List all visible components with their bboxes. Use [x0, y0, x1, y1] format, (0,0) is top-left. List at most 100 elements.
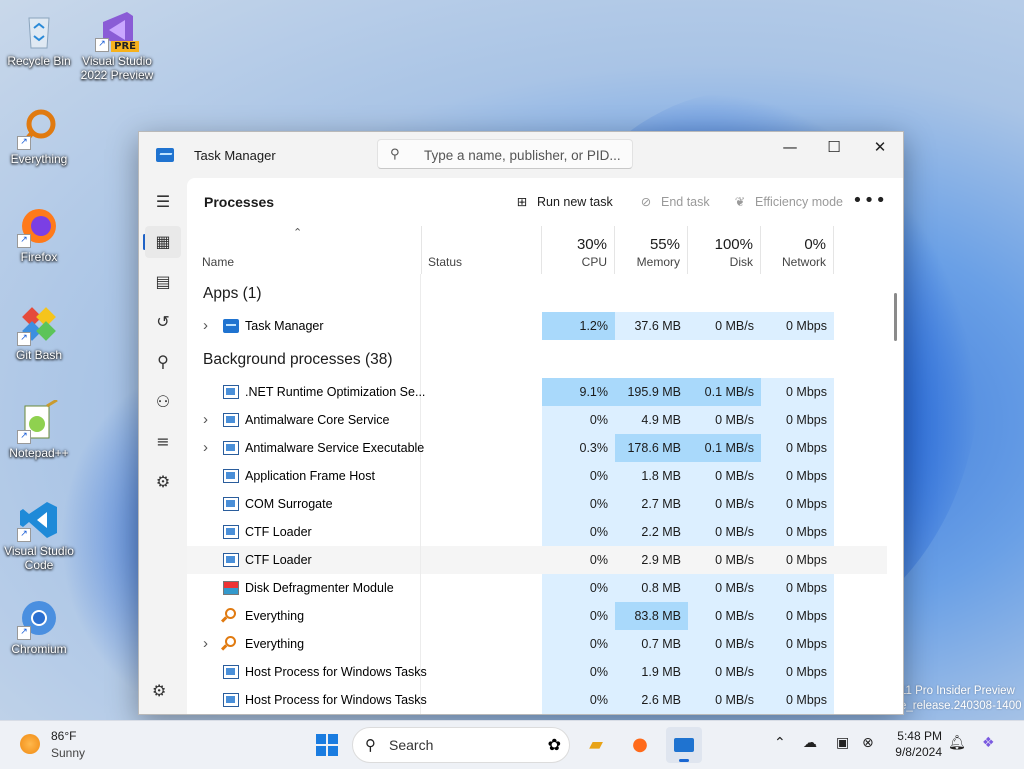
cloud-offline-icon[interactable]: ☁ [803, 735, 817, 751]
run-new-task-button[interactable]: ⊞ Run new task [513, 194, 613, 209]
network-cell: 0 Mbps [761, 490, 834, 518]
column-label: Disk [729, 255, 753, 269]
weather-description[interactable]: Sunny [51, 746, 85, 760]
desktop-icon-recycle-bin[interactable]: Recycle Bin [1, 8, 77, 68]
start-button[interactable] [316, 734, 338, 756]
column-header-network[interactable]: 0% Network [761, 226, 834, 274]
task-manager-window[interactable]: Task Manager ⚲ — ☐ ✕ ☰ ▦ ▤ ↺ ⚲ ⚇ ≡ ⚙ ⚙ P… [138, 131, 904, 715]
column-header-memory[interactable]: 55% Memory [615, 226, 688, 274]
command-bar: Processes ⊞ Run new task ⊘ End task ❦ Effic… [187, 178, 903, 226]
desktop-icon-label: Recycle Bin [7, 54, 71, 68]
memory-cell: 2.9 MB [615, 546, 688, 574]
desktop-icon-everything[interactable]: ↗ Everything [1, 106, 77, 166]
column-label: CPU [581, 255, 607, 269]
everything-icon: ↗ [17, 106, 61, 150]
desktop-icon-chromium[interactable]: ↗ Chromium [1, 596, 77, 656]
firefox-taskbar-icon[interactable]: ● [622, 727, 658, 763]
task-manager-process-icon [223, 319, 239, 333]
network-cell: 0 Mbps [761, 518, 834, 546]
taskbar: 86°F Sunny ⚲ Search ✿ ▰ ● ⌃ ☁ ▣ ⊗ 5:48 P… [0, 720, 1024, 769]
details-icon[interactable]: ≡ [145, 426, 181, 458]
table-row[interactable]: Host Process for Windows Tasks 0% 2.6 MB 0 … [187, 686, 887, 714]
column-header-disk[interactable]: 100% Disk [688, 226, 761, 274]
table-row[interactable]: Host Process for Windows Tasks 0% 1.9 MB 0 … [187, 658, 887, 686]
table-row[interactable]: CTF Loader 0% 2.9 MB 0 MB/s 0 Mbps [187, 546, 887, 574]
table-row[interactable]: COM Surrogate 0% 2.7 MB 0 MB/s 0 Mbps [187, 490, 887, 518]
title-bar[interactable]: Task Manager ⚲ — ☐ ✕ [139, 132, 903, 178]
network-icon[interactable]: ⊗ [862, 735, 874, 751]
process-name: Application Frame Host [245, 469, 375, 483]
desktop-icon-notepad-plus-plus[interactable]: ↗ Notepad++ [1, 398, 77, 460]
close-button[interactable]: ✕ [857, 132, 903, 162]
process-name: Antimalware Service Executable [245, 441, 425, 455]
column-divider [420, 274, 421, 312]
users-icon[interactable]: ⚇ [145, 386, 181, 418]
sun-icon[interactable] [20, 734, 40, 754]
taskbar-search[interactable]: ⚲ Search ✿ [352, 727, 570, 763]
startup-apps-icon[interactable]: ⚲ [145, 346, 181, 378]
clock-time: 5:48 PM [897, 729, 942, 743]
minimize-button[interactable]: — [767, 132, 813, 162]
vertical-scrollbar[interactable] [894, 293, 897, 341]
network-cell: 0 Mbps [761, 658, 834, 686]
app-history-icon[interactable]: ↺ [145, 306, 181, 338]
expand-chevron-icon[interactable]: › [203, 406, 208, 434]
desktop-icon-git-bash[interactable]: ↗ Git Bash [1, 302, 77, 362]
task-manager-taskbar-icon[interactable] [666, 727, 702, 763]
desktop-icon-visual-studio-code[interactable]: ↗ Visual Studio Code [1, 498, 77, 572]
table-row[interactable]: › Task Manager 1.2% 37.6 MB 0 MB/s 0 Mbps [187, 312, 887, 340]
table-row[interactable]: Application Frame Host 0% 1.8 MB 0 MB/s 0 Mb… [187, 462, 887, 490]
table-row[interactable]: .NET Runtime Optimization Se... 9.1% 195.9… [187, 378, 887, 406]
window-process-icon [223, 693, 239, 707]
table-row[interactable]: › Everything 0% 0.7 MB 0 MB/s 0 Mbps [187, 630, 887, 658]
column-divider [420, 406, 421, 434]
column-header-status[interactable]: Status [422, 226, 542, 274]
desktop-icon-firefox[interactable]: ↗ Firefox [1, 204, 77, 264]
expand-chevron-icon[interactable]: › [203, 312, 208, 340]
disk-cell: 0 MB/s [688, 602, 761, 630]
search-input[interactable] [422, 144, 626, 166]
file-explorer-icon[interactable]: ▰ [578, 727, 614, 763]
weather-temperature[interactable]: 86°F [51, 729, 76, 743]
shortcut-arrow-icon: ↗ [17, 136, 31, 150]
column-divider [420, 574, 421, 602]
table-row[interactable]: › Antimalware Service Executable 0.3% 178.6… [187, 434, 887, 462]
table-row[interactable]: › Antimalware Core Service 0% 4.9 MB 0 MB/s 0… [187, 406, 887, 434]
performance-icon[interactable]: ▤ [145, 266, 181, 298]
desktop-icon-label: Everything [10, 152, 68, 166]
table-row[interactable]: Disk Defragmenter Module 0% 0.8 MB 0 MB/s 0 … [187, 574, 887, 602]
search-box[interactable]: ⚲ [377, 139, 633, 169]
running-indicator [679, 759, 689, 762]
efficiency-mode-button[interactable]: ❦ Efficiency mode [731, 194, 843, 209]
services-icon[interactable]: ⚙ [145, 466, 181, 498]
desktop-icon-visual-studio-2022-preview[interactable]: PRE ↗ Visual Studio 2022 Preview [79, 8, 155, 82]
cpu-cell: 0% [542, 630, 615, 658]
expand-chevron-icon[interactable]: › [203, 630, 208, 658]
table-row[interactable]: Everything 0% 83.8 MB 0 MB/s 0 Mbps [187, 602, 887, 630]
more-options-icon[interactable]: ••• [852, 190, 887, 211]
maximize-button[interactable]: ☐ [811, 132, 857, 162]
end-task-button[interactable]: ⊘ End task [637, 194, 710, 209]
column-header-cpu[interactable]: 30% CPU [542, 226, 615, 274]
shortcut-arrow-icon: ↗ [17, 626, 31, 640]
group-header: Apps (1) [187, 274, 887, 312]
shortcut-arrow-icon: ↗ [17, 332, 31, 346]
processes-icon[interactable]: ▦ [145, 226, 181, 258]
window-process-icon [223, 525, 239, 539]
table-row[interactable]: CTF Loader 0% 2.2 MB 0 MB/s 0 Mbps [187, 518, 887, 546]
network-cell: 0 Mbps [761, 574, 834, 602]
settings-icon[interactable]: ⚙ [152, 681, 166, 700]
recycle-bin-icon [17, 8, 61, 52]
show-hidden-icons-chevron-icon[interactable]: ⌃ [774, 735, 786, 751]
column-header-name[interactable]: ⌃ Name [187, 226, 422, 274]
clock[interactable]: 5:48 PM 9/8/2024 [895, 728, 942, 760]
copilot-icon[interactable]: ❖ [982, 735, 995, 751]
expand-chevron-icon[interactable]: › [203, 434, 208, 462]
process-name: Host Process for Windows Tasks [245, 693, 427, 707]
process-name: Disk Defragmenter Module [245, 581, 394, 595]
left-nav: ☰ ▦ ▤ ↺ ⚲ ⚇ ≡ ⚙ ⚙ [139, 178, 187, 714]
display-icon[interactable]: ▣ [836, 735, 849, 751]
hamburger-icon[interactable]: ☰ [145, 186, 181, 218]
notifications-bell-icon[interactable]: 🔔︎ [948, 735, 966, 751]
disk-cell: 0 MB/s [688, 658, 761, 686]
